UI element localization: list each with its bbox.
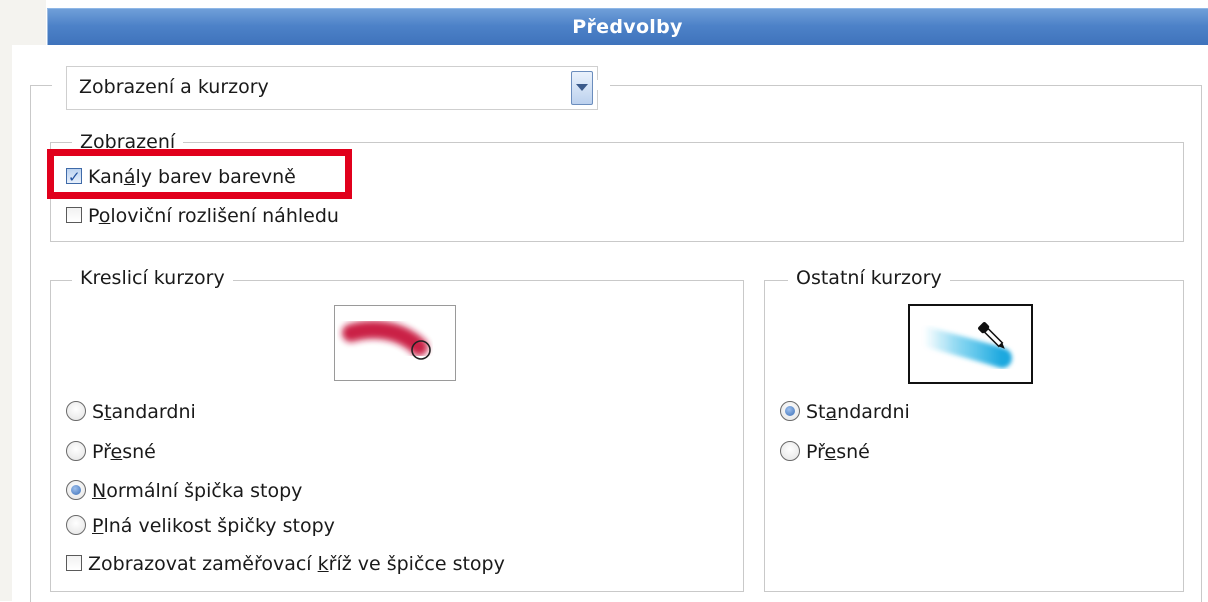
- radio-button[interactable]: [780, 440, 800, 461]
- painting-precise-label: Přesné: [92, 441, 156, 463]
- painting-precise-radio[interactable]: Přesné: [66, 439, 156, 465]
- window-title: Předvolby: [572, 16, 683, 38]
- other-standard-label: Standardni: [806, 401, 910, 423]
- radio-button[interactable]: [66, 440, 86, 461]
- category-select-value: Zobrazení a kurzory: [79, 76, 269, 98]
- painting-full-size-tip-label: Plná velikost špičky stopy: [92, 515, 335, 537]
- other-precise-label: Přesné: [806, 441, 870, 463]
- painting-cursors-legend: Kreslicí kurzory: [72, 266, 233, 290]
- other-precise-radio[interactable]: Přesné: [780, 439, 870, 465]
- painting-full-size-tip-radio[interactable]: Plná velikost špičky stopy: [66, 513, 335, 539]
- highlight-box: [47, 149, 352, 199]
- show-crosshair-label: Zobrazovat zaměřovací kříž ve špičce sto…: [88, 553, 505, 575]
- chevron-down-icon[interactable]: [571, 71, 593, 105]
- dropdown-frame-gap-left: [52, 80, 66, 90]
- show-crosshair-checkbox[interactable]: Zobrazovat zaměřovací kříž ve špičce sto…: [66, 551, 505, 577]
- other-cursors-legend: Ostatní kurzory: [788, 266, 950, 290]
- dropdown-frame-gap-right: [596, 80, 610, 90]
- radio-button-selected[interactable]: [66, 479, 86, 500]
- painting-standard-radio[interactable]: Standardni: [66, 399, 196, 425]
- checkbox-unchecked[interactable]: [66, 554, 82, 571]
- half-resolution-checkbox[interactable]: Poloviční rozlišení náhledu: [66, 203, 339, 229]
- radio-button[interactable]: [66, 514, 86, 535]
- other-standard-radio[interactable]: Standardni: [780, 399, 910, 425]
- eyedropper-preview: [908, 304, 1033, 384]
- painting-normal-tip-label: Normální špička stopy: [92, 480, 303, 502]
- radio-button[interactable]: [66, 400, 86, 421]
- title-bar: Předvolby: [47, 8, 1208, 46]
- checkbox-unchecked[interactable]: [66, 206, 82, 223]
- category-select[interactable]: Zobrazení a kurzory: [66, 66, 598, 110]
- brush-stroke-icon: [342, 320, 431, 360]
- radio-button-selected[interactable]: [780, 400, 800, 421]
- eyedropper-stroke-icon: [914, 322, 1012, 368]
- half-resolution-label: Poloviční rozlišení náhledu: [88, 205, 339, 227]
- painting-normal-tip-radio[interactable]: Normální špička stopy: [66, 478, 302, 504]
- brush-preview: [334, 305, 456, 381]
- painting-standard-label: Standardni: [92, 401, 196, 423]
